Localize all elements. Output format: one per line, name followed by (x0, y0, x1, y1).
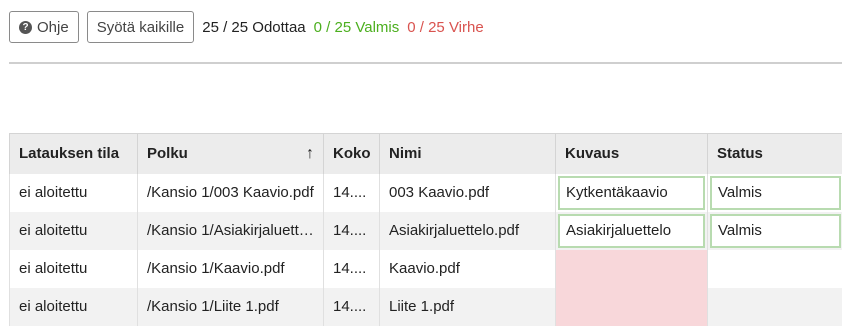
cell-description[interactable]: Asiakirjaluettelo (555, 211, 708, 250)
table-row: ei aloitettu /Kansio 1/003 Kaavio.pdf 14… (9, 173, 842, 212)
header-status[interactable]: Status (707, 133, 842, 174)
description-input[interactable]: Asiakirjaluettelo (558, 213, 705, 248)
cell-upload-state: ei aloitettu (9, 211, 138, 250)
header-description[interactable]: Kuvaus (555, 133, 708, 174)
description-input[interactable] (555, 249, 708, 288)
status-input[interactable] (707, 249, 842, 288)
cell-upload-state: ei aloitettu (9, 287, 138, 326)
status-input[interactable] (707, 287, 842, 326)
cell-size: 14.... (323, 249, 380, 288)
fill-all-button[interactable]: Syötä kaikille (86, 11, 195, 43)
cell-name: Asiakirjaluettelo.pdf (379, 211, 556, 250)
cell-size: 14.... (323, 211, 380, 250)
description-input[interactable]: Kytkentäkaavio (558, 175, 705, 210)
header-path[interactable]: Polku ↑ (137, 133, 324, 174)
cell-name: Liite 1.pdf (379, 287, 556, 326)
status-input[interactable]: Valmis (710, 175, 841, 210)
header-size[interactable]: Koko (323, 133, 380, 174)
cell-path: /Kansio 1/Kaavio.pdf (137, 249, 324, 288)
cell-name: Kaavio.pdf (379, 249, 556, 288)
status-done: 0 / 25 Valmis (313, 18, 400, 36)
description-input[interactable] (555, 287, 708, 326)
cell-status[interactable]: Valmis (707, 173, 842, 212)
cell-upload-state: ei aloitettu (9, 249, 138, 288)
toolbar: ? Ohje Syötä kaikille 25 / 25 Odottaa 0 … (9, 10, 492, 44)
table-row: ei aloitettu /Kansio 1/Liite 1.pdf 14...… (9, 287, 842, 326)
divider (9, 62, 842, 64)
header-upload-state[interactable]: Latauksen tila (9, 133, 138, 174)
help-button-label: Ohje (37, 18, 69, 36)
status-pending: 25 / 25 Odottaa (202, 18, 306, 36)
table-row: ei aloitettu /Kansio 1/Asiakirjaluettelo… (9, 211, 842, 250)
header-name[interactable]: Nimi (379, 133, 556, 174)
header-path-label: Polku (147, 144, 188, 162)
cell-path: /Kansio 1/Asiakirjaluettelo.pdf (137, 211, 324, 250)
cell-status[interactable]: Valmis (707, 211, 842, 250)
cell-path: /Kansio 1/003 Kaavio.pdf (137, 173, 324, 212)
question-icon: ? (19, 20, 32, 34)
cell-path: /Kansio 1/Liite 1.pdf (137, 287, 324, 326)
cell-size: 14.... (323, 287, 380, 326)
table-row: ei aloitettu /Kansio 1/Kaavio.pdf 14....… (9, 249, 842, 288)
cell-upload-state: ei aloitettu (9, 173, 138, 212)
cell-description[interactable]: Kytkentäkaavio (555, 173, 708, 212)
status-error: 0 / 25 Virhe (407, 18, 484, 36)
cell-size: 14.... (323, 173, 380, 212)
arrow-up-icon[interactable]: ↑ (306, 145, 314, 163)
cell-name: 003 Kaavio.pdf (379, 173, 556, 212)
help-button[interactable]: ? Ohje (9, 11, 79, 43)
upload-table: Latauksen tila Polku ↑ Koko Nimi Kuvaus … (9, 133, 842, 326)
status-input[interactable]: Valmis (710, 213, 841, 248)
